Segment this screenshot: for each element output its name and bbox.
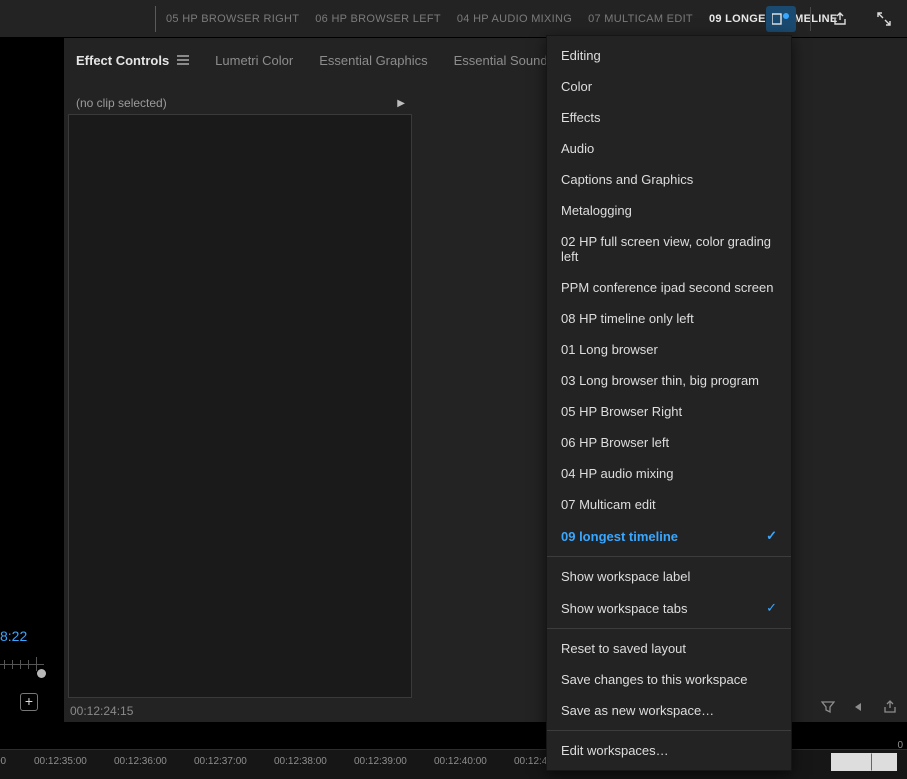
ruler-label: 00 <box>0 756 6 767</box>
footer-icon-strip <box>821 700 897 714</box>
no-clip-text: (no clip selected) <box>76 96 167 110</box>
menu-separator <box>547 556 791 557</box>
menu-item[interactable]: 03 Long browser thin, big program <box>547 365 791 396</box>
menu-separator <box>547 628 791 629</box>
menu-item[interactable]: Captions and Graphics <box>547 164 791 195</box>
zoom-slider[interactable] <box>0 658 44 678</box>
panel-tab-essential-sound[interactable]: Essential Sound <box>454 53 548 68</box>
add-button[interactable]: + <box>20 693 38 711</box>
menu-item[interactable]: 06 HP Browser left <box>547 427 791 458</box>
clip-area <box>68 114 412 698</box>
panel-tab-lumetri[interactable]: Lumetri Color <box>215 53 293 68</box>
menu-item[interactable]: Reset to saved layout <box>547 633 791 664</box>
menu-item[interactable]: 01 Long browser <box>547 334 791 365</box>
navigator-box[interactable] <box>871 753 897 771</box>
ruler-label: 00:12:37:00 <box>194 756 247 767</box>
panel-timecode: 00:12:24:15 <box>68 700 133 722</box>
panel-tab-label: Effect Controls <box>76 53 169 68</box>
menu-item[interactable]: 02 HP full screen view, color grading le… <box>547 226 791 272</box>
menu-item-selected[interactable]: 09 longest timeline ✓ <box>547 520 791 552</box>
menu-item[interactable]: Show workspace tabs ✓ <box>547 592 791 624</box>
expand-icon[interactable]: ▶ <box>397 98 405 109</box>
workspace-tab[interactable]: 06 HP BROWSER LEFT <box>307 0 449 38</box>
share-icon[interactable] <box>825 6 855 32</box>
menu-item[interactable]: 08 HP timeline only left <box>547 303 791 334</box>
workspace-divider <box>155 6 156 32</box>
monitor-timecode[interactable]: 8:22 <box>0 628 27 644</box>
check-icon: ✓ <box>766 528 777 544</box>
timeline-navigator[interactable] <box>831 751 897 773</box>
menu-item[interactable]: Color <box>547 71 791 102</box>
filter-icon[interactable] <box>821 700 835 714</box>
menu-item[interactable]: Save as new workspace… <box>547 695 791 726</box>
menu-item[interactable]: Audio <box>547 133 791 164</box>
workspace-tab[interactable]: 07 MULTICAM EDIT <box>580 0 701 38</box>
insert-icon[interactable] <box>851 701 867 713</box>
clip-header: (no clip selected) ▶ <box>68 92 413 114</box>
ruler-label: 00:12:40:00 <box>434 756 487 767</box>
workspace-tab[interactable]: 04 HP AUDIO MIXING <box>449 0 580 38</box>
menu-item[interactable]: Edit workspaces… <box>547 735 791 766</box>
top-right-controls <box>766 0 899 38</box>
navigator-zero: 0 <box>897 740 903 751</box>
top-separator <box>810 7 811 31</box>
menu-item[interactable]: Effects <box>547 102 791 133</box>
menu-item[interactable]: Save changes to this workspace <box>547 664 791 695</box>
slider-knob[interactable] <box>37 669 46 678</box>
workspace-tab[interactable]: 05 HP BROWSER RIGHT <box>158 0 307 38</box>
panel-tab-effect-controls[interactable]: Effect Controls <box>76 53 189 68</box>
workspace-menu-button[interactable] <box>766 6 796 32</box>
workspace-dropdown-menu: Editing Color Effects Audio Captions and… <box>546 35 792 771</box>
ruler-label: 00:12:36:00 <box>114 756 167 767</box>
menu-separator <box>547 730 791 731</box>
top-workspace-bar: 05 HP BROWSER RIGHT 06 HP BROWSER LEFT 0… <box>0 0 907 38</box>
ruler-label: 00:12:35:00 <box>34 756 87 767</box>
fullscreen-icon[interactable] <box>869 6 899 32</box>
panel-menu-icon[interactable] <box>177 53 189 68</box>
menu-item[interactable]: Show workspace label <box>547 561 791 592</box>
ruler-label: 00:12:38:00 <box>274 756 327 767</box>
workspace-tabs: 05 HP BROWSER RIGHT 06 HP BROWSER LEFT 0… <box>158 0 846 38</box>
panel-tab-essential-graphics[interactable]: Essential Graphics <box>319 53 427 68</box>
export-icon[interactable] <box>883 700 897 714</box>
ruler-label: 00:12:39:00 <box>354 756 407 767</box>
navigator-box[interactable] <box>831 753 871 771</box>
menu-item[interactable]: Metalogging <box>547 195 791 226</box>
menu-item[interactable]: 04 HP audio mixing <box>547 458 791 489</box>
menu-item[interactable]: Editing <box>547 40 791 71</box>
menu-item[interactable]: PPM conference ipad second screen <box>547 272 791 303</box>
menu-item[interactable]: 05 HP Browser Right <box>547 396 791 427</box>
menu-item[interactable]: 07 Multicam edit <box>547 489 791 520</box>
check-icon: ✓ <box>766 600 777 616</box>
